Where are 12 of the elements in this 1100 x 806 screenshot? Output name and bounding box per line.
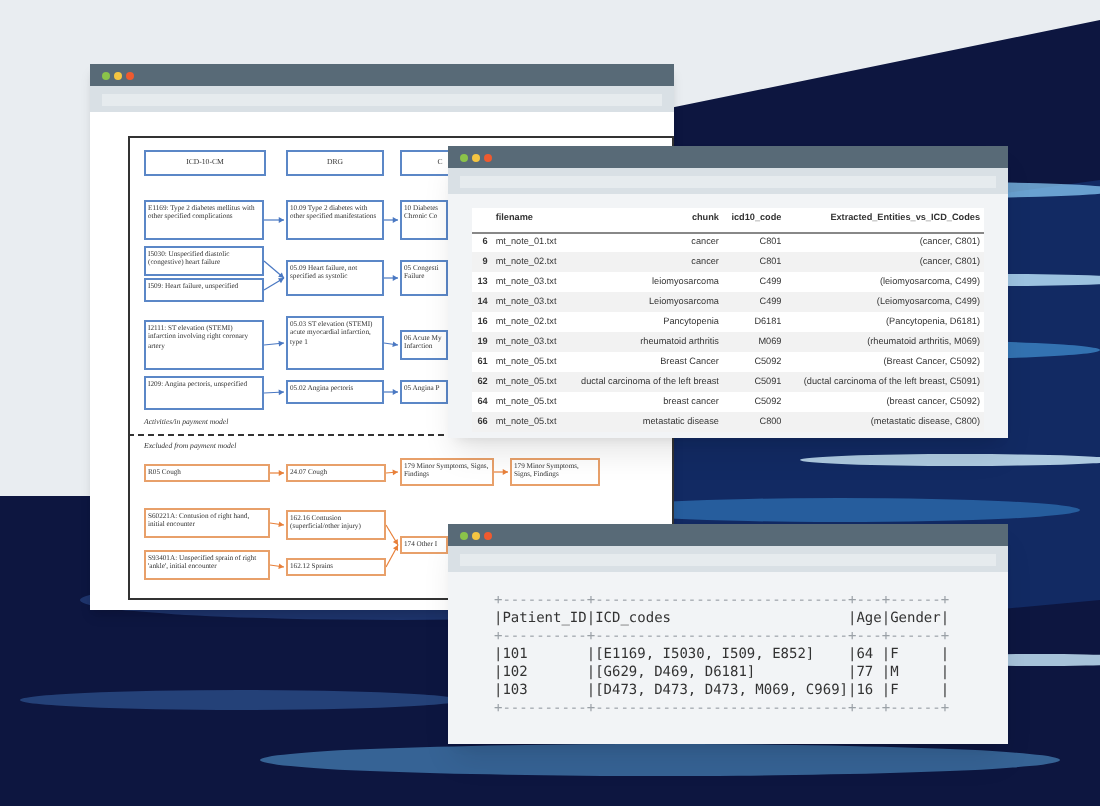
- arrow: [263, 260, 285, 279]
- arrow: [269, 521, 285, 528]
- arrow: [269, 470, 285, 476]
- arrow: [269, 563, 285, 570]
- arrow: [263, 389, 285, 396]
- arrow: [263, 340, 285, 347]
- arrow: [383, 341, 399, 348]
- arrow: [383, 275, 399, 281]
- arrow: [493, 469, 509, 475]
- arrow: [383, 217, 399, 223]
- arrow: [383, 389, 399, 395]
- arrow: [263, 217, 285, 223]
